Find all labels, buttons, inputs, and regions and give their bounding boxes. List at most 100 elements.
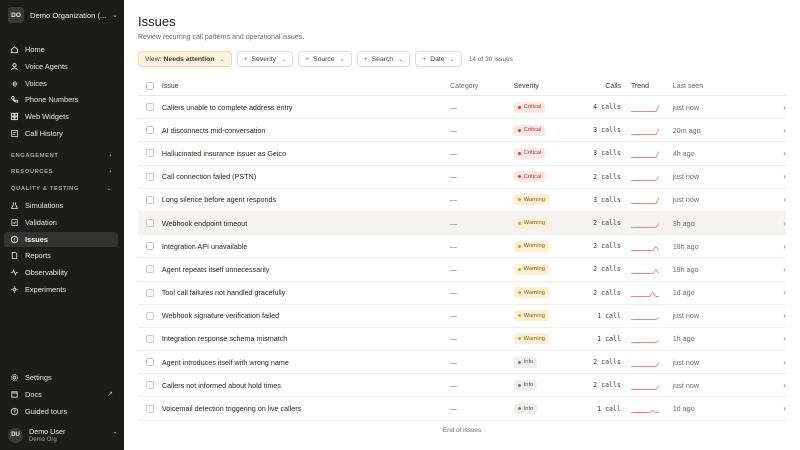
plus-icon: +	[305, 55, 310, 63]
page-title: Issues	[138, 14, 176, 29]
chevron-right-icon[interactable]: ›	[772, 311, 786, 320]
sidebar-item-home[interactable]: Home	[4, 42, 118, 57]
table-row[interactable]: Callers not informed about hold times — In…	[138, 374, 786, 398]
header-last-seen[interactable]: Last seen	[673, 83, 772, 90]
table-row[interactable]: Integration API unavailable — Warning 2 cal…	[138, 235, 786, 259]
user-menu[interactable]: DU Demo User Demo Org ⌃	[8, 425, 118, 445]
severity-badge: Critical	[513, 147, 546, 159]
chevron-right-icon[interactable]: ›	[772, 103, 786, 112]
sidebar-item-call-history[interactable]: Call History	[4, 126, 118, 141]
issue-calls: 2 calls	[593, 288, 621, 297]
trend-sparkline	[630, 103, 673, 112]
sidebar-item-web-widgets[interactable]: Web Widgets	[4, 109, 118, 124]
row-checkbox[interactable]	[145, 219, 154, 228]
row-checkbox[interactable]	[145, 195, 154, 204]
table-row[interactable]: Webhook endpoint timeout — Warning 2 calls 3…	[138, 211, 786, 236]
sidebar-item-label: Validation	[25, 217, 57, 227]
select-all-checkbox[interactable]	[145, 82, 154, 90]
search-filter[interactable]: + Search ⌄	[356, 51, 411, 67]
issue-category: —	[450, 404, 458, 414]
header-calls[interactable]: Calls	[583, 83, 621, 90]
sidebar-item-settings[interactable]: Settings	[4, 370, 118, 385]
table-row[interactable]: Agent introduces itself with wrong name —…	[138, 351, 786, 375]
row-checkbox[interactable]	[145, 265, 154, 274]
nav-bottom: Settings Docs ↗ Guided tours	[4, 370, 118, 420]
row-checkbox[interactable]	[145, 288, 154, 297]
widget-icon	[10, 112, 19, 121]
table-row[interactable]: Callers unable to complete address entry…	[138, 96, 786, 120]
chevron-right-icon[interactable]: ›	[772, 242, 786, 251]
sidebar-item-guided-tours[interactable]: Guided tours	[4, 404, 118, 419]
status-dot-icon	[517, 314, 521, 318]
section-quality[interactable]: QUALITY & TESTING ⌄	[4, 182, 118, 195]
chevron-right-icon[interactable]: ›	[772, 149, 786, 158]
source-filter[interactable]: + Source ⌄	[298, 51, 352, 67]
row-checkbox[interactable]	[145, 242, 154, 251]
chevron-right-icon[interactable]: ›	[772, 334, 786, 343]
org-switcher[interactable]: DO Demo Organization (... ⌄	[8, 7, 118, 23]
table-row[interactable]: Agent repeats itself unnecessarily — Warni…	[138, 258, 786, 282]
chevron-right-icon[interactable]: ›	[772, 358, 786, 367]
chevron-right-icon[interactable]: ›	[772, 288, 786, 297]
section-engagement[interactable]: ENGAGEMENT ›	[4, 149, 118, 162]
sidebar-item-phone-numbers[interactable]: Phone Numbers	[4, 92, 118, 107]
trend-sparkline	[630, 381, 673, 390]
sidebar-item-label: Call History	[25, 128, 63, 138]
view-selector[interactable]: View: Needs attention ⌄	[138, 51, 232, 67]
severity-filter[interactable]: + Severity ⌄	[236, 51, 294, 67]
status-dot-icon	[517, 360, 521, 364]
row-checkbox[interactable]	[145, 172, 154, 181]
issue-title: Agent repeats itself unnecessarily	[161, 264, 270, 274]
table-row[interactable]: Tool call failures not handled gracefull…	[138, 282, 786, 305]
chevron-right-icon[interactable]: ›	[772, 381, 786, 390]
row-checkbox[interactable]	[145, 126, 154, 135]
sidebar-item-observability[interactable]: Observability	[4, 265, 118, 280]
table-row[interactable]: Long silence before agent responds — Warni…	[138, 189, 786, 212]
table-row[interactable]: Voicemail detection triggering on live c…	[138, 397, 786, 421]
sidebar-item-validation[interactable]: Validation	[4, 215, 118, 230]
table-row[interactable]: AI disconnects mid-conversation — Critical…	[138, 119, 786, 143]
chevron-right-icon: ›	[109, 169, 112, 175]
row-checkbox[interactable]	[145, 381, 154, 390]
chevron-right-icon[interactable]: ›	[772, 265, 786, 274]
row-checkbox[interactable]	[145, 149, 154, 158]
issue-title: Tool call failures not handled gracefull…	[161, 288, 286, 298]
chevron-right-icon[interactable]: ›	[772, 404, 786, 413]
row-checkbox[interactable]	[145, 404, 154, 413]
chevron-right-icon[interactable]: ›	[772, 126, 786, 135]
header-issue[interactable]: Issue	[162, 83, 450, 90]
sidebar-item-voice-agents[interactable]: Voice Agents	[4, 59, 118, 74]
chevron-down-icon: ⌄	[449, 56, 455, 63]
chevron-right-icon[interactable]: ›	[772, 195, 786, 204]
status-dot-icon	[517, 407, 521, 411]
status-dot-icon	[517, 244, 521, 248]
sidebar-item-issues[interactable]: Issues	[4, 231, 118, 247]
table-row[interactable]: Integration response schema mismatch — War…	[138, 328, 786, 352]
sidebar-item-docs[interactable]: Docs ↗	[4, 387, 118, 402]
chevron-down-icon: ⌄	[339, 56, 345, 63]
chevron-right-icon[interactable]: ›	[772, 219, 786, 228]
row-checkbox[interactable]	[145, 103, 154, 112]
sidebar-item-voices[interactable]: Voices	[4, 76, 118, 91]
section-resources[interactable]: RESOURCES ›	[4, 166, 118, 179]
table-row[interactable]: Call connection failed (PSTN) — Critical 2 …	[138, 166, 786, 189]
chevron-right-icon[interactable]: ›	[772, 172, 786, 181]
sidebar-item-label: Issues	[25, 234, 49, 244]
row-checkbox[interactable]	[145, 358, 154, 367]
issue-last-seen: 1d ago	[672, 288, 695, 298]
issue-last-seen: 1h ago	[672, 334, 695, 344]
date-filter[interactable]: + Date ⌄	[415, 51, 462, 67]
plus-icon: +	[422, 55, 427, 63]
row-checkbox[interactable]	[145, 311, 154, 320]
sidebar-item-experiments[interactable]: Experiments	[4, 282, 118, 297]
sidebar-item-reports[interactable]: Reports	[4, 248, 118, 263]
header-severity[interactable]: Severity	[514, 83, 584, 90]
sidebar-item-label: Reports	[25, 251, 51, 261]
sidebar-item-simulations[interactable]: Simulations	[4, 198, 118, 213]
issue-calls: 2 calls	[593, 242, 621, 251]
header-category[interactable]: Category	[450, 83, 514, 90]
table-row[interactable]: Hallucinated insurance issuer as Geico — C…	[138, 142, 786, 166]
row-checkbox[interactable]	[145, 334, 154, 343]
table-row[interactable]: Webhook signature verification failed — Wa…	[138, 305, 786, 328]
sidebar-item-label: Home	[25, 45, 45, 54]
